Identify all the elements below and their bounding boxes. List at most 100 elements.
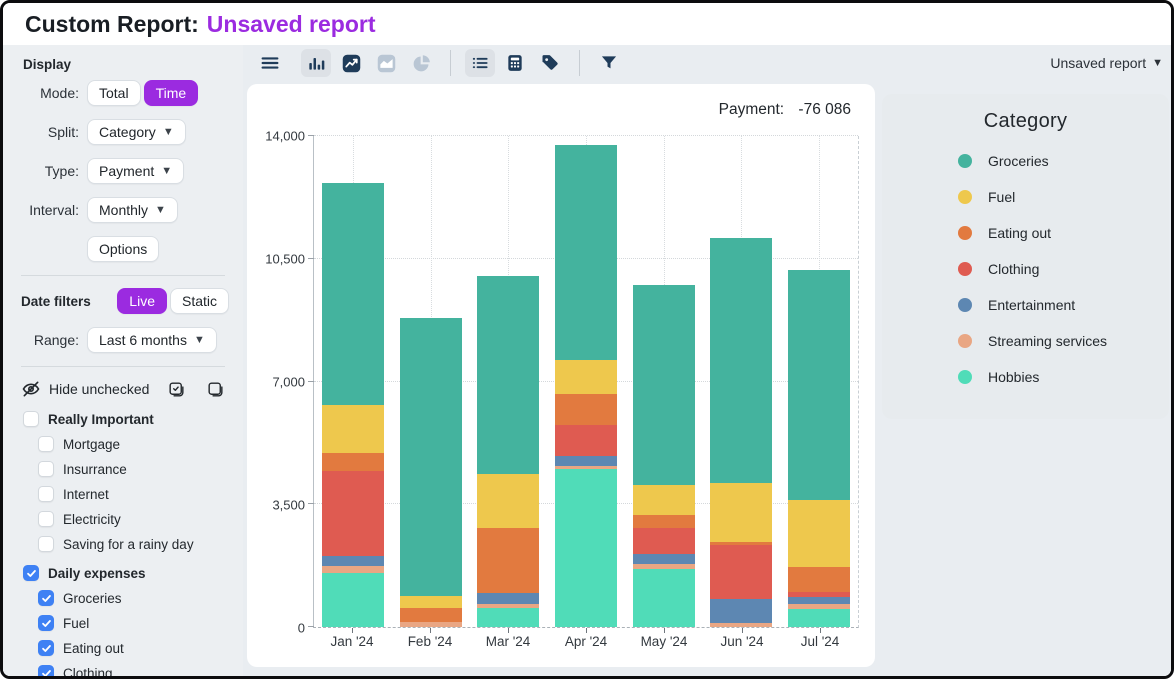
- stacked-bar-jun-24[interactable]: [710, 238, 772, 627]
- type-dropdown[interactable]: Payment▼: [87, 158, 184, 184]
- checkbox-checked[interactable]: [38, 665, 54, 676]
- checkbox-unchecked[interactable]: [38, 536, 54, 552]
- checkbox-unchecked[interactable]: [38, 461, 54, 477]
- bar-segment-clothing[interactable]: [555, 425, 617, 456]
- checkbox-unchecked[interactable]: [23, 411, 39, 427]
- bar-segment-fuel[interactable]: [555, 360, 617, 394]
- bar-segment-entertainment[interactable]: [788, 597, 850, 604]
- bar-segment-fuel[interactable]: [477, 474, 539, 528]
- bar-segment-streaming-services[interactable]: [322, 566, 384, 573]
- mode-segmented-control: Total Time: [87, 80, 198, 106]
- bar-segment-streaming-services[interactable]: [400, 622, 462, 627]
- bar-segment-eating-out[interactable]: [322, 453, 384, 472]
- bar-segment-fuel[interactable]: [788, 500, 850, 567]
- check-all-icon[interactable]: [167, 380, 186, 399]
- bar-segment-fuel[interactable]: [710, 483, 772, 542]
- date-filters-live-button[interactable]: Live: [117, 288, 167, 314]
- category-item-saving-for-a-rainy-day[interactable]: Saving for a rainy day: [38, 534, 229, 554]
- area-chart-icon[interactable]: [371, 49, 401, 77]
- bar-segment-fuel[interactable]: [633, 485, 695, 515]
- stacked-bar-mar-24[interactable]: [477, 276, 539, 627]
- category-group-daily-expenses[interactable]: Daily expenses: [23, 563, 229, 583]
- date-filters-static-button[interactable]: Static: [170, 288, 229, 314]
- options-button[interactable]: Options: [87, 236, 159, 262]
- date-filters-segmented-control: Live Static: [117, 288, 229, 314]
- filter-icon[interactable]: [594, 49, 624, 77]
- legend-item-clothing: Clothing: [882, 251, 1169, 287]
- category-item-clothing[interactable]: Clothing: [38, 663, 229, 676]
- report-selector-dropdown[interactable]: Unsaved report ▼: [1050, 55, 1163, 71]
- bar-segment-hobbies[interactable]: [477, 608, 539, 627]
- stacked-bar-apr-24[interactable]: [555, 145, 617, 627]
- bar-segment-groceries[interactable]: [477, 276, 539, 474]
- hide-unchecked-toggle[interactable]: Hide unchecked: [21, 379, 229, 399]
- checkbox-checked[interactable]: [38, 615, 54, 631]
- plot-area: [313, 136, 859, 628]
- stacked-bar-may-24[interactable]: [633, 285, 695, 627]
- date-filters-heading: Date filters: [21, 294, 91, 309]
- bar-segment-entertainment[interactable]: [710, 599, 772, 623]
- category-item-mortgage[interactable]: Mortgage: [38, 434, 229, 454]
- mode-time-button[interactable]: Time: [144, 80, 199, 106]
- bar-segment-fuel[interactable]: [322, 405, 384, 453]
- bar-segment-groceries[interactable]: [400, 318, 462, 596]
- calculator-icon[interactable]: [500, 49, 530, 77]
- range-dropdown[interactable]: Last 6 months▼: [87, 327, 217, 353]
- checkbox-unchecked[interactable]: [38, 486, 54, 502]
- checkbox-unchecked[interactable]: [38, 436, 54, 452]
- stacked-bar-feb-24[interactable]: [400, 318, 462, 627]
- list-icon[interactable]: [465, 49, 495, 77]
- category-group-really-important[interactable]: Really Important: [23, 409, 229, 429]
- bar-segment-eating-out[interactable]: [555, 394, 617, 425]
- bar-segment-entertainment[interactable]: [477, 593, 539, 604]
- category-item-eating-out[interactable]: Eating out: [38, 638, 229, 658]
- bar-segment-entertainment[interactable]: [555, 456, 617, 466]
- bar-segment-hobbies[interactable]: [322, 573, 384, 627]
- bar-segment-streaming-services[interactable]: [710, 623, 772, 627]
- range-label: Range:: [15, 332, 87, 348]
- legend-label: Groceries: [988, 153, 1049, 169]
- category-item-groceries[interactable]: Groceries: [38, 588, 229, 608]
- line-chart-icon[interactable]: [336, 49, 366, 77]
- tag-icon[interactable]: [535, 49, 565, 77]
- bar-segment-hobbies[interactable]: [555, 469, 617, 627]
- x-tick-label: Mar '24: [469, 634, 547, 649]
- bar-segment-hobbies[interactable]: [788, 609, 850, 627]
- bar-segment-entertainment[interactable]: [633, 554, 695, 564]
- bar-segment-hobbies[interactable]: [633, 569, 695, 627]
- category-item-internet[interactable]: Internet: [38, 484, 229, 504]
- stacked-bar-jan-24[interactable]: [322, 183, 384, 627]
- category-item-insurrance[interactable]: Insurrance: [38, 459, 229, 479]
- bar-segment-groceries[interactable]: [322, 183, 384, 404]
- pie-chart-icon[interactable]: [406, 49, 436, 77]
- mode-total-button[interactable]: Total: [87, 80, 141, 106]
- bar-segment-groceries[interactable]: [710, 238, 772, 483]
- split-dropdown[interactable]: Category▼: [87, 119, 186, 145]
- category-item-fuel[interactable]: Fuel: [38, 613, 229, 633]
- page-title-prefix: Custom Report:: [25, 11, 199, 38]
- interval-dropdown[interactable]: Monthly▼: [87, 197, 178, 223]
- bar-segment-eating-out[interactable]: [400, 608, 462, 621]
- bar-segment-groceries[interactable]: [555, 145, 617, 361]
- bar-chart-icon[interactable]: [301, 49, 331, 77]
- hamburger-menu-icon[interactable]: [255, 49, 285, 77]
- stacked-bar-jul-24[interactable]: [788, 270, 850, 627]
- bar-segment-eating-out[interactable]: [633, 515, 695, 528]
- bar-segment-eating-out[interactable]: [788, 567, 850, 592]
- checkbox-unchecked[interactable]: [38, 511, 54, 527]
- legend-color-dot: [958, 190, 972, 204]
- bar-segment-eating-out[interactable]: [477, 528, 539, 593]
- bar-segment-fuel[interactable]: [400, 596, 462, 608]
- bar-segment-entertainment[interactable]: [322, 556, 384, 566]
- checkbox-checked[interactable]: [38, 590, 54, 606]
- bar-segment-groceries[interactable]: [788, 270, 850, 500]
- bar-segment-groceries[interactable]: [633, 285, 695, 485]
- bar-segment-clothing[interactable]: [633, 528, 695, 554]
- bar-segment-clothing[interactable]: [710, 545, 772, 599]
- checkbox-checked[interactable]: [38, 640, 54, 656]
- bar-segment-clothing[interactable]: [322, 471, 384, 555]
- checkbox-checked[interactable]: [23, 565, 39, 581]
- category-item-electricity[interactable]: Electricity: [38, 509, 229, 529]
- x-tick-label: Apr '24: [547, 634, 625, 649]
- uncheck-all-icon[interactable]: [206, 380, 225, 399]
